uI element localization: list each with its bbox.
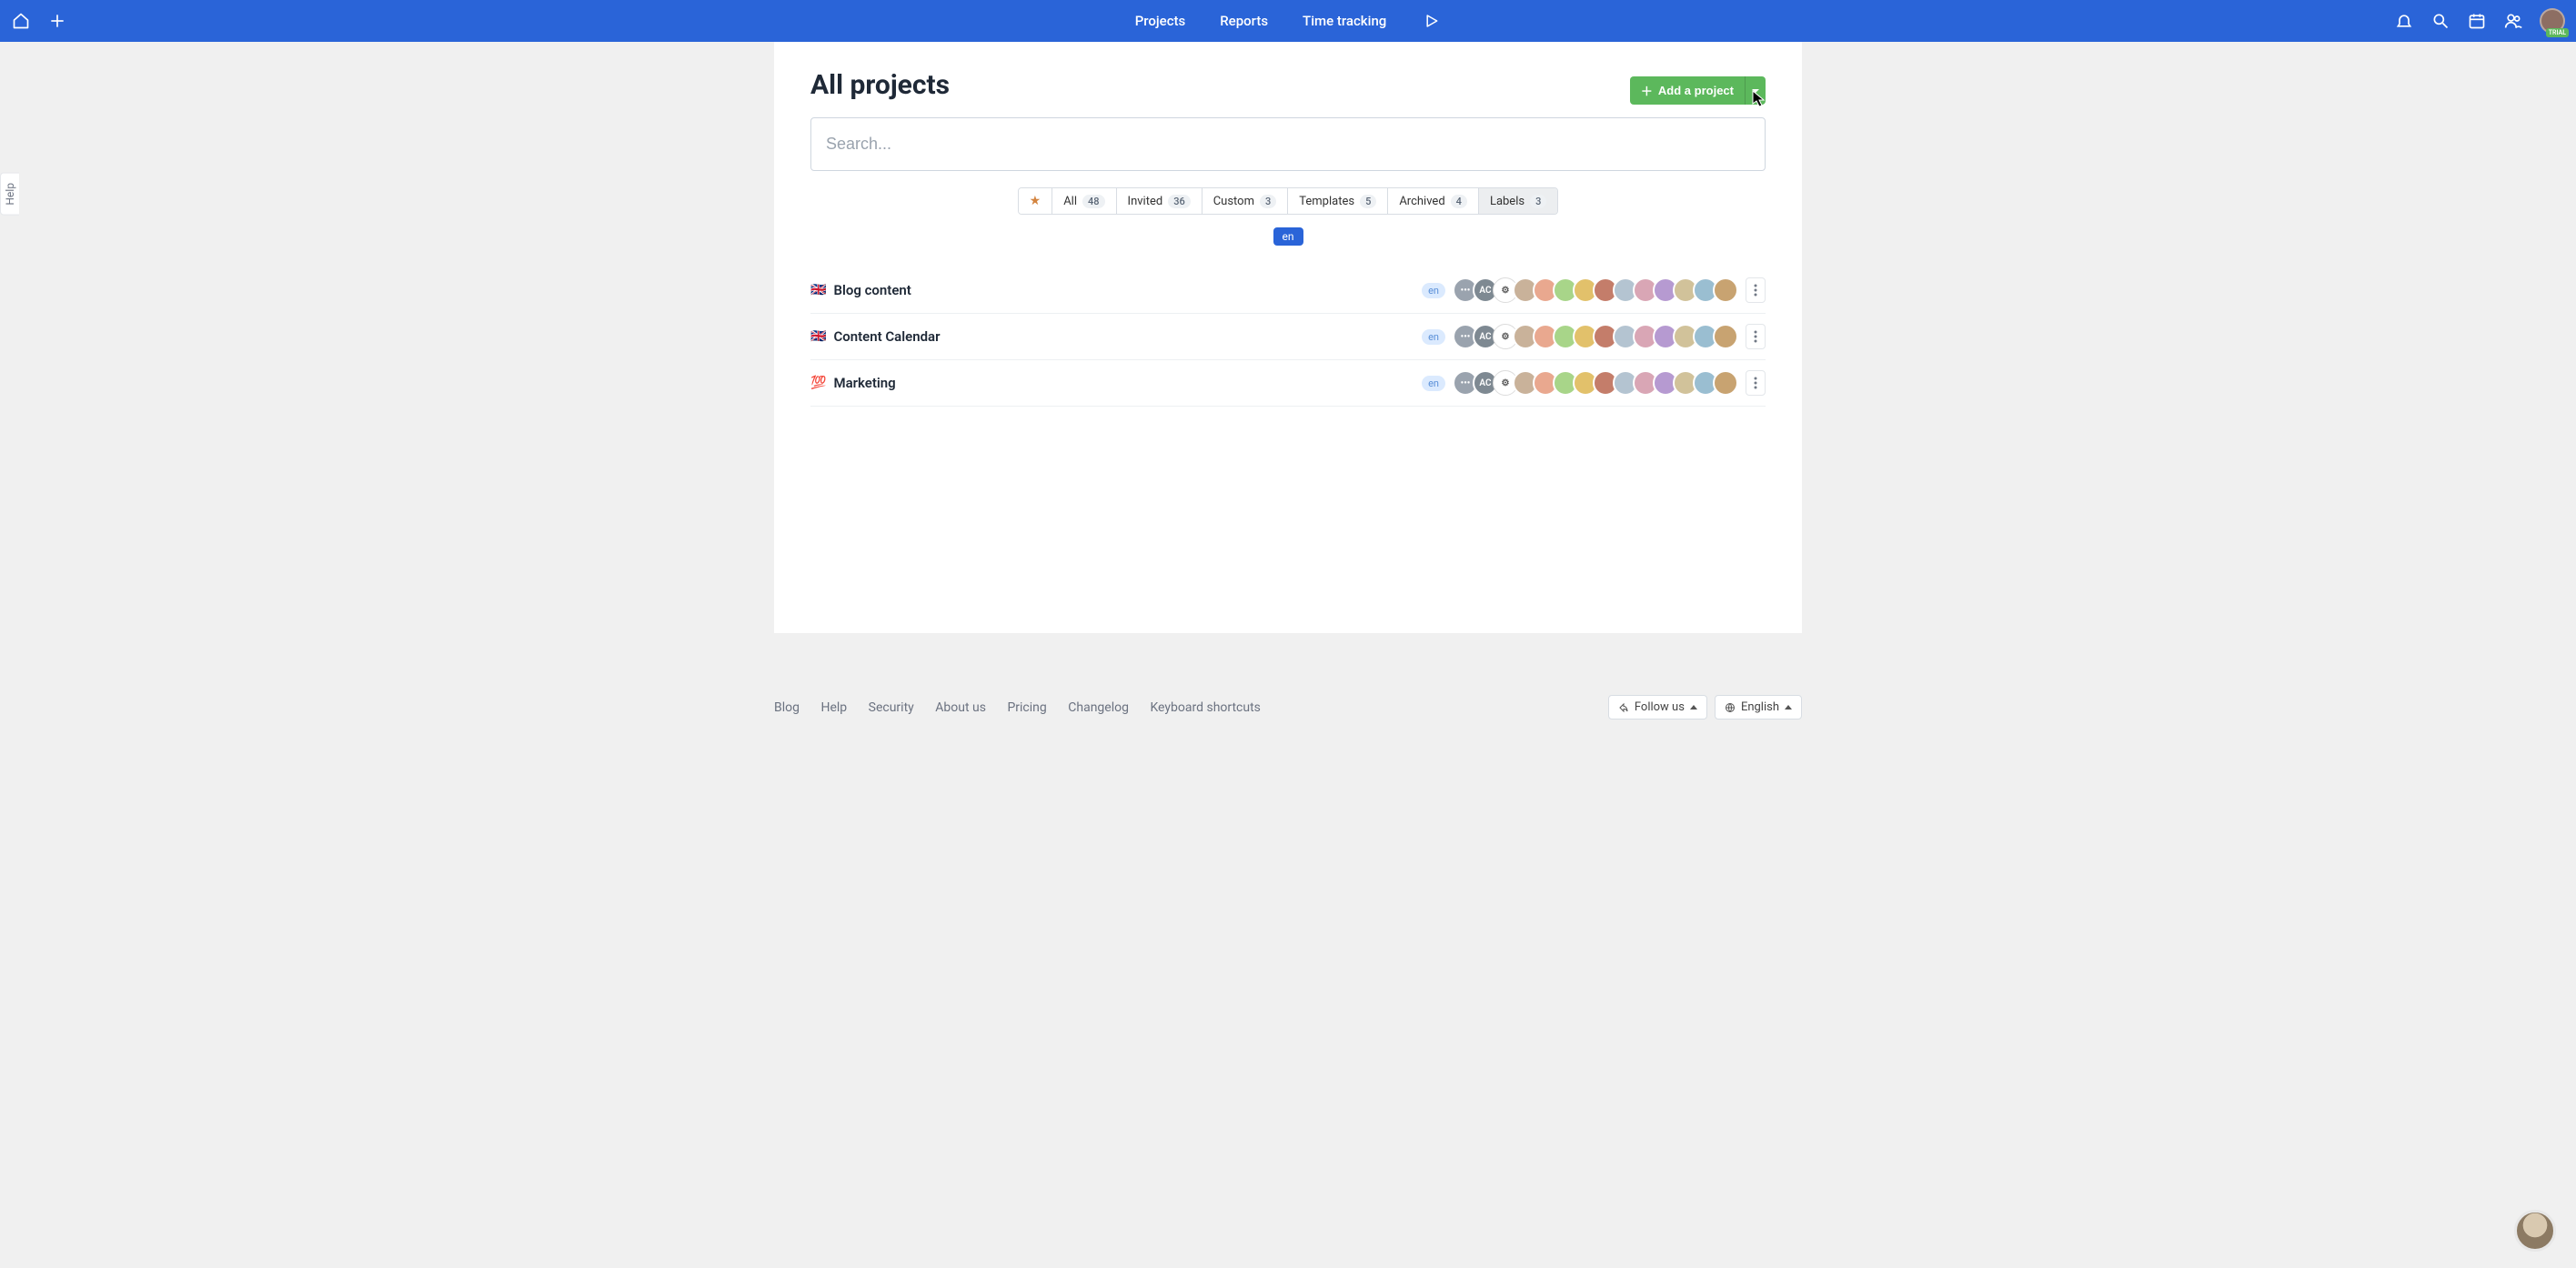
label-chip-en[interactable]: en [1273,227,1303,246]
project-emoji: 🇬🇧 [810,283,826,297]
language-label: English [1741,700,1779,714]
filter-all[interactable]: All 48 [1052,188,1116,214]
avatar[interactable] [1713,370,1738,396]
filter-labels-label: Labels [1490,195,1524,208]
people-icon[interactable] [2503,11,2523,31]
caret-up-icon [1785,705,1792,709]
project-lang-tag[interactable]: en [1422,376,1445,391]
project-avatars: •••AC⚙ [1453,277,1738,303]
filter-favorites[interactable]: ★ [1019,188,1053,214]
footer-changelog[interactable]: Changelog [1068,700,1129,715]
project-menu-button[interactable] [1746,277,1766,303]
filter-archived-count: 4 [1451,195,1467,208]
project-menu-button[interactable] [1746,324,1766,349]
project-list: 🇬🇧 Blog content en •••AC⚙ 🇬🇧 Content Calendar… [810,267,1766,407]
project-row: 🇬🇧 Content Calendar en •••AC⚙ [810,314,1766,360]
project-emoji: 💯 [810,376,826,390]
filter-templates-count: 5 [1360,195,1376,208]
project-avatars: •••AC⚙ [1453,324,1738,349]
project-avatars: •••AC⚙ [1453,370,1738,396]
trial-badge: TRIAL [2546,28,2569,37]
support-chat-avatar[interactable] [2514,1210,2556,1252]
filter-invited-label: Invited [1128,195,1163,208]
star-icon: ★ [1030,194,1041,208]
footer: Blog Help Security About us Pricing Chan… [774,695,1802,720]
footer-pricing[interactable]: Pricing [1007,700,1046,715]
projects-card: All projects ＋ Add a project ★ [774,42,1802,633]
top-nav: Projects Reports Time tracking TRIAL [0,0,2576,42]
profile-avatar[interactable]: TRIAL [2540,8,2565,34]
filter-invited[interactable]: Invited 36 [1117,188,1202,214]
language-button[interactable]: English [1715,695,1802,720]
footer-links: Blog Help Security About us Pricing Chan… [774,700,1279,715]
follow-us-button[interactable]: Follow us [1608,695,1707,720]
footer-help[interactable]: Help [820,700,847,715]
project-name[interactable]: Content Calendar [833,328,940,345]
project-name[interactable]: Blog content [833,282,911,298]
filter-custom[interactable]: Custom 3 [1202,188,1289,214]
project-lang-tag[interactable]: en [1422,329,1445,345]
new-icon[interactable] [47,11,67,31]
filter-archived[interactable]: Archived 4 [1388,188,1479,214]
project-row: 🇬🇧 Blog content en •••AC⚙ [810,267,1766,314]
filter-tabs: ★ All 48 Invited 36 Custom 3 Templates 5 [810,187,1766,215]
nav-reports[interactable]: Reports [1220,13,1268,29]
plus-icon: ＋ [1641,82,1653,99]
add-project-label: Add a project [1658,84,1734,97]
nav-time-tracking[interactable]: Time tracking [1303,13,1386,29]
filter-templates-label: Templates [1299,195,1354,208]
filter-custom-label: Custom [1213,195,1254,208]
project-lang-tag[interactable]: en [1422,283,1445,298]
filter-invited-count: 36 [1168,195,1191,208]
home-icon[interactable] [11,11,31,31]
search-icon[interactable] [2430,11,2450,31]
project-menu-button[interactable] [1746,370,1766,396]
filter-archived-label: Archived [1399,195,1444,208]
filter-all-count: 48 [1082,195,1105,208]
add-project-dropdown-button[interactable] [1745,76,1766,105]
filter-labels[interactable]: Labels 3 [1479,188,1557,214]
play-icon[interactable] [1421,11,1441,31]
page-title: All projects [810,69,950,101]
follow-us-label: Follow us [1635,700,1685,714]
add-project-wrap: ＋ Add a project [1630,76,1766,105]
footer-shortcuts[interactable]: Keyboard shortcuts [1150,700,1260,715]
caret-up-icon [1690,705,1697,709]
notifications-icon[interactable] [2394,11,2414,31]
filter-templates[interactable]: Templates 5 [1288,188,1388,214]
footer-security[interactable]: Security [869,700,914,715]
project-name[interactable]: Marketing [833,375,895,391]
filter-all-label: All [1063,195,1077,208]
footer-blog[interactable]: Blog [774,700,800,715]
project-emoji: 🇬🇧 [810,329,826,344]
help-tab[interactable]: Help [0,173,19,216]
calendar-icon[interactable] [2467,11,2487,31]
filter-custom-count: 3 [1260,195,1276,208]
project-row: 💯 Marketing en •••AC⚙ [810,360,1766,407]
search-input[interactable] [810,117,1766,171]
nav-projects[interactable]: Projects [1135,13,1186,29]
avatar[interactable] [1713,277,1738,303]
avatar[interactable] [1713,324,1738,349]
add-project-button[interactable]: ＋ Add a project [1630,76,1745,105]
footer-about[interactable]: About us [935,700,986,715]
filter-labels-count: 3 [1530,195,1546,208]
